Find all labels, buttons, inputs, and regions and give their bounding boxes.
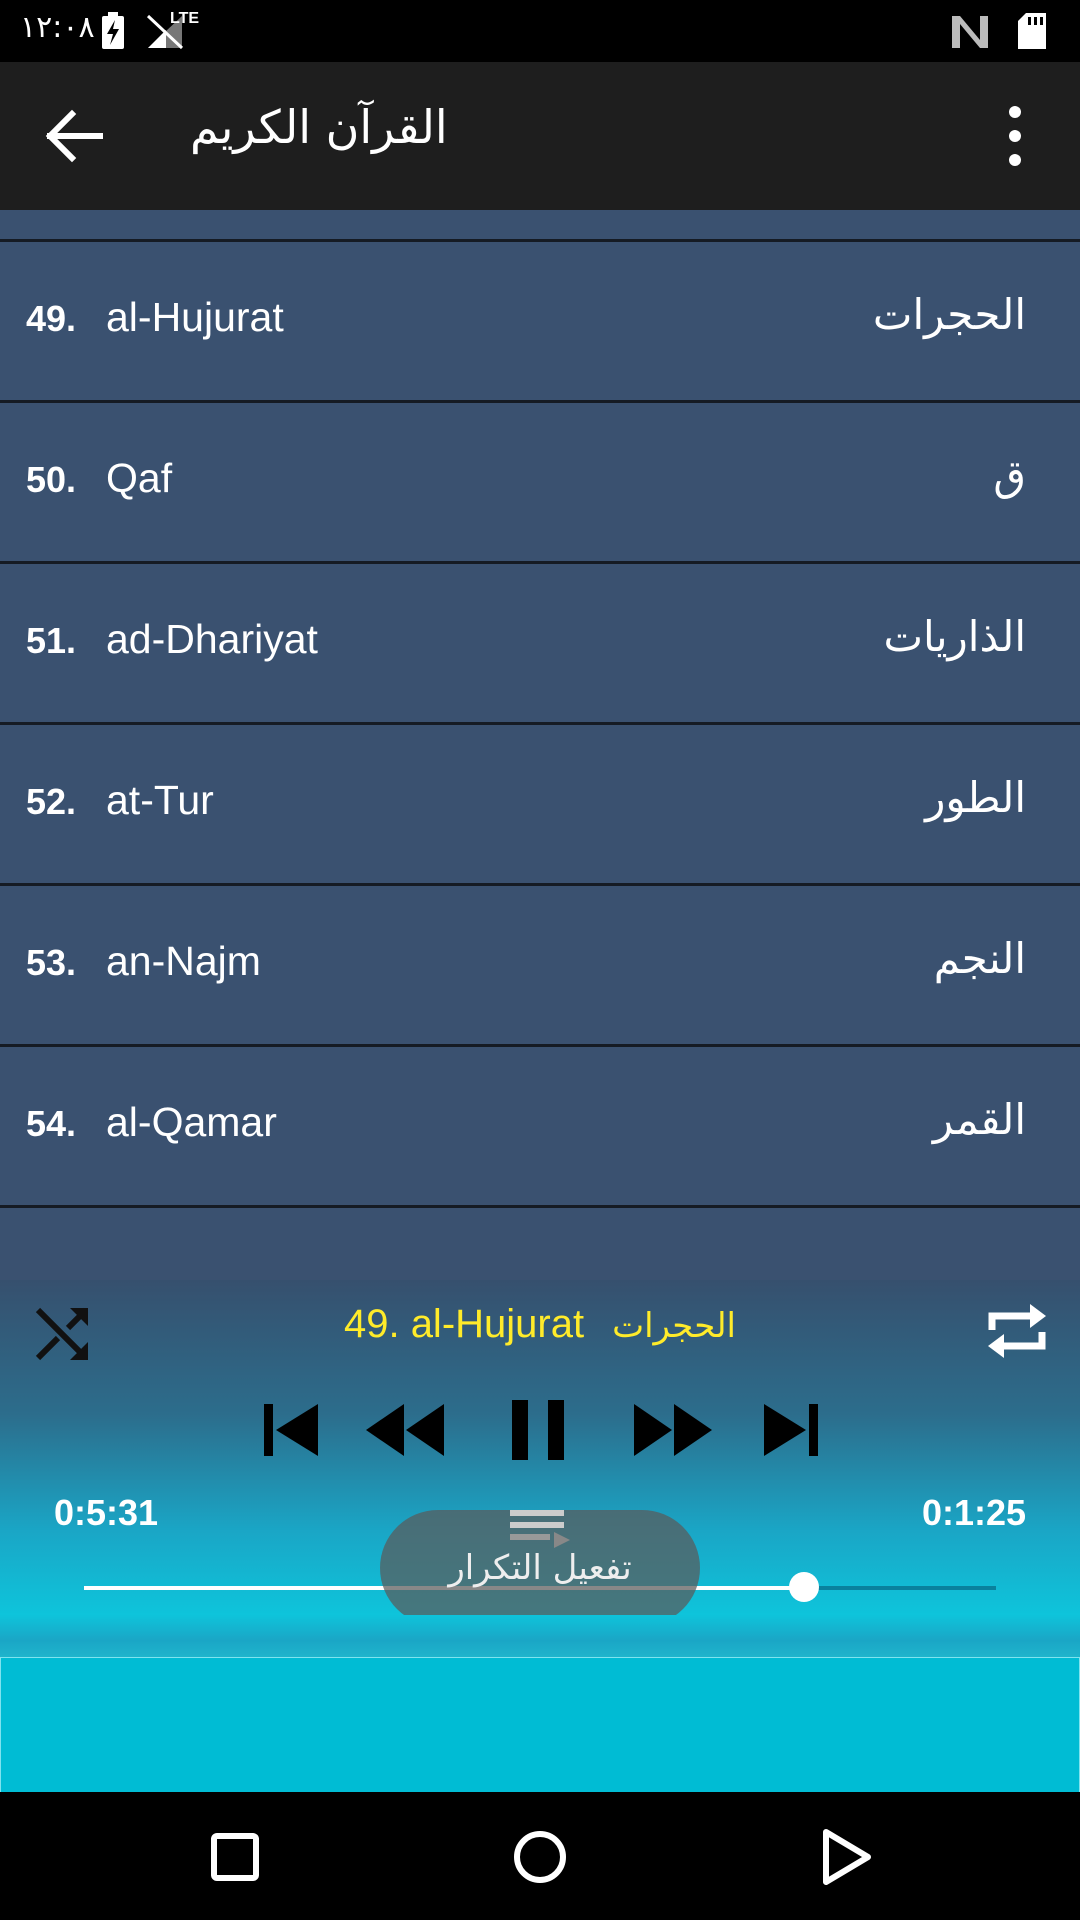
seek-thumb[interactable]	[789, 1572, 820, 1602]
surah-number: 49.	[26, 298, 77, 339]
list-item[interactable]: 54. al-Qamar القمر	[0, 1044, 1080, 1205]
toast-text: تفعيل التكرار	[448, 1548, 632, 1588]
surah-name-ar: النجم	[933, 934, 1026, 983]
toast-message: تفعيل التكرار	[380, 1510, 700, 1626]
nfc-icon	[952, 16, 988, 48]
list-item[interactable]: 52. at-Tur الطور	[0, 722, 1080, 883]
list-item[interactable]: 50. Qaf ق	[0, 400, 1080, 561]
player-bottom-edge	[0, 1615, 1080, 1657]
recents-icon[interactable]	[200, 1822, 270, 1892]
surah-name-en: an-Najm	[106, 938, 261, 984]
skip-previous-icon[interactable]	[260, 1390, 322, 1470]
surah-name-en: al-Qamar	[106, 1099, 277, 1145]
surah-name-en: at-Tur	[106, 777, 214, 823]
surah-name-ar: ق	[993, 451, 1026, 500]
skip-next-icon[interactable]	[760, 1390, 822, 1470]
now-playing-title: 49. al-Hujurat الحجرات	[0, 1302, 1080, 1347]
now-playing-en: 49. al-Hujurat	[343, 1302, 585, 1346]
surah-number: 51.	[26, 620, 77, 661]
repeat-icon[interactable]	[982, 1296, 1052, 1366]
pause-icon[interactable]	[508, 1390, 568, 1470]
media-player: 49. al-Hujurat الحجرات 0:5:31 0:1:25 تفعي…	[0, 1280, 1080, 1626]
home-icon[interactable]	[505, 1822, 575, 1892]
status-bar: ١٢:٠٨ LTE	[0, 0, 1080, 62]
back-nav-icon[interactable]	[810, 1822, 880, 1892]
list-item[interactable]	[0, 210, 1080, 240]
battery-charging-icon	[102, 12, 124, 49]
app-bar: القرآن الكريم	[0, 62, 1080, 210]
sd-card-icon	[1018, 13, 1046, 49]
surah-number: 52.	[26, 781, 77, 822]
time-elapsed: 0:5:31	[54, 1492, 159, 1533]
surah-name-ar: الذاريات	[883, 612, 1027, 661]
surah-name-ar: القمر	[932, 1095, 1026, 1144]
list-item[interactable]	[0, 1205, 1080, 1280]
surah-number: 54.	[26, 1103, 77, 1144]
surah-name-en: al-Hujurat	[106, 294, 284, 340]
list-item[interactable]: 49. al-Hujurat الحجرات	[0, 239, 1080, 400]
ad-banner[interactable]	[0, 1657, 1080, 1793]
surah-number: 50.	[26, 459, 77, 500]
now-playing-ar: الحجرات	[612, 1306, 737, 1346]
lte-label: LTE	[170, 10, 200, 27]
surah-name-ar: الحجرات	[872, 290, 1026, 339]
list-item[interactable]: 53. an-Najm النجم	[0, 883, 1080, 1044]
surah-name-ar: الطور	[925, 773, 1026, 822]
more-vert-icon[interactable]	[990, 98, 1040, 174]
rewind-icon[interactable]	[364, 1390, 446, 1470]
fast-forward-icon[interactable]	[632, 1390, 714, 1470]
queue-play-icon	[510, 1510, 570, 1548]
time-remaining: 0:1:25	[921, 1492, 1026, 1533]
surah-name-en: ad-Dhariyat	[106, 616, 318, 662]
list-item[interactable]: 51. ad-Dhariyat الذاريات	[0, 561, 1080, 722]
navigation-bar	[0, 1792, 1080, 1920]
page-title: القرآن الكريم	[190, 100, 448, 154]
status-time: ١٢:٠٨	[20, 10, 95, 45]
arrow-back-icon[interactable]	[36, 98, 112, 174]
surah-list[interactable]: 49. al-Hujurat الحجرات 50. Qaf ق 51. ad-…	[0, 210, 1080, 1280]
surah-number: 53.	[26, 942, 77, 983]
surah-name-en: Qaf	[106, 455, 173, 501]
